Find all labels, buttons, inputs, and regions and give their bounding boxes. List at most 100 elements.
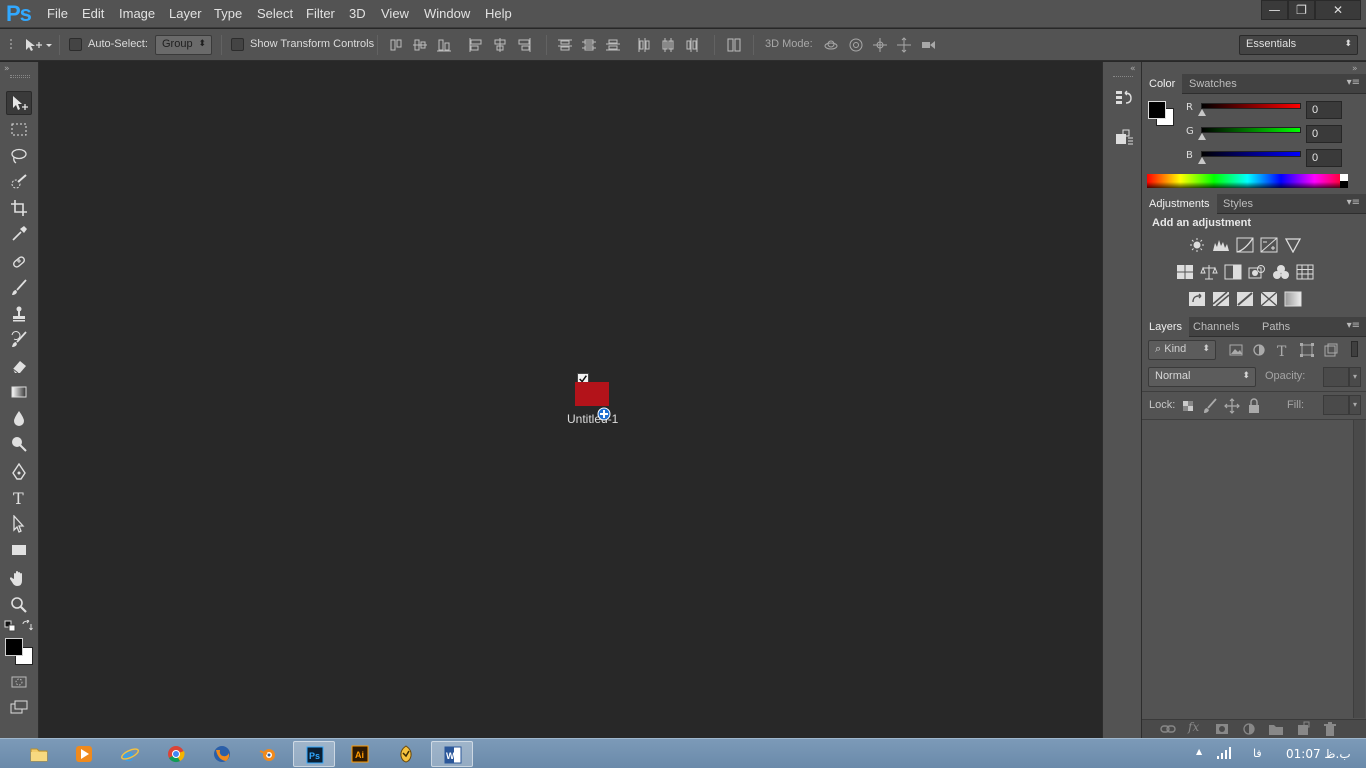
path-selection-icon[interactable] (6, 512, 32, 536)
panel-menu-icon[interactable]: ▾≡ (1347, 77, 1360, 88)
history-panel-icon[interactable] (1114, 88, 1134, 108)
collapse-panels-icon[interactable]: » (1352, 64, 1358, 74)
healing-brush-icon[interactable] (6, 250, 32, 274)
filter-toggle-switch[interactable] (1351, 341, 1358, 357)
blue-slider-thumb[interactable] (1198, 157, 1206, 164)
rectangular-marquee-icon[interactable] (6, 118, 32, 142)
3d-scale-icon[interactable] (920, 37, 936, 53)
fill-dropdown-arrow-icon[interactable]: ▾ (1349, 395, 1361, 415)
menu-edit[interactable]: Edit (82, 6, 104, 21)
eraser-icon[interactable] (6, 354, 32, 378)
gradient-icon[interactable] (6, 380, 32, 404)
opacity-input[interactable] (1323, 367, 1349, 387)
type-icon[interactable]: T (6, 486, 32, 510)
panel-menu-icon[interactable]: ▾≡ (1347, 320, 1360, 331)
hue-saturation-icon[interactable] (1176, 264, 1194, 280)
align-bottom-edges-icon[interactable] (436, 37, 452, 53)
gradient-map-icon[interactable] (1284, 291, 1302, 307)
filter-adjustment-icon[interactable] (1251, 342, 1267, 358)
taskbar-firefox[interactable] (201, 741, 243, 767)
lock-position-icon[interactable] (1224, 398, 1240, 414)
minimize-button[interactable]: — (1261, 0, 1288, 20)
filter-smart-object-icon[interactable] (1323, 342, 1339, 358)
dodge-icon[interactable] (6, 432, 32, 456)
black-white-icon[interactable] (1224, 264, 1242, 280)
menu-file[interactable]: File (47, 6, 68, 21)
zoom-icon[interactable] (6, 593, 32, 617)
layers-scrollbar[interactable] (1353, 420, 1365, 718)
document-area[interactable]: Untitled-1 (40, 62, 1101, 738)
taskbar-illustrator[interactable]: Ai (339, 741, 381, 767)
red-slider[interactable] (1201, 103, 1301, 109)
taskbar-photoshop[interactable]: Ps (293, 741, 335, 767)
history-brush-icon[interactable] (6, 328, 32, 352)
align-left-edges-icon[interactable] (468, 37, 484, 53)
exposure-icon[interactable] (1260, 237, 1278, 253)
new-layer-icon[interactable] (1295, 721, 1311, 737)
show-transform-controls-checkbox[interactable] (231, 38, 244, 51)
black-swatch[interactable] (1340, 181, 1348, 188)
tab-swatches[interactable]: Swatches (1182, 74, 1244, 94)
distribute-bottom-icon[interactable] (605, 37, 621, 53)
tab-styles[interactable]: Styles (1216, 194, 1260, 214)
filter-pixel-icon[interactable] (1228, 342, 1244, 358)
align-right-edges-icon[interactable] (516, 37, 532, 53)
menu-3d[interactable]: 3D (349, 6, 366, 21)
menu-type[interactable]: Type (214, 6, 242, 21)
input-language-indicator[interactable]: فا (1253, 747, 1262, 760)
lasso-icon[interactable] (6, 144, 32, 168)
layer-filter-kind-dropdown[interactable]: ⌕ Kind ⬍ (1148, 340, 1216, 360)
taskbar-fl-studio[interactable] (385, 741, 427, 767)
menu-layer[interactable]: Layer (169, 6, 202, 21)
blue-slider[interactable] (1201, 151, 1301, 157)
red-slider-thumb[interactable] (1198, 109, 1206, 116)
red-value-input[interactable]: 0 (1306, 101, 1342, 119)
3d-pan-icon[interactable] (872, 37, 888, 53)
delete-layer-icon[interactable] (1322, 721, 1338, 737)
filter-shape-icon[interactable] (1299, 342, 1315, 358)
network-signal-icon[interactable] (1216, 746, 1234, 760)
lock-transparent-pixels-icon[interactable] (1180, 398, 1196, 414)
blend-mode-dropdown[interactable]: Normal ⬍ (1148, 367, 1256, 387)
screen-mode-icon[interactable] (6, 696, 32, 720)
auto-align-layers-icon[interactable] (726, 37, 742, 53)
hand-icon[interactable] (6, 567, 32, 591)
taskbar-chrome[interactable] (155, 741, 197, 767)
threshold-icon[interactable] (1236, 291, 1254, 307)
distribute-left-icon[interactable] (636, 37, 652, 53)
brightness-contrast-icon[interactable] (1188, 237, 1206, 253)
pen-icon[interactable] (6, 460, 32, 484)
default-colors-icon[interactable] (4, 620, 16, 632)
menu-image[interactable]: Image (119, 6, 155, 21)
fill-input[interactable] (1323, 395, 1349, 415)
align-top-edges-icon[interactable] (388, 37, 404, 53)
color-lookup-icon[interactable] (1296, 264, 1314, 280)
restore-button[interactable]: ❐ (1288, 0, 1315, 20)
tab-adjustments[interactable]: Adjustments (1142, 194, 1217, 214)
green-slider[interactable] (1201, 127, 1301, 133)
document-thumbnail[interactable] (575, 382, 609, 406)
rectangle-shape-icon[interactable] (6, 538, 32, 562)
crop-icon[interactable] (6, 196, 32, 220)
move-tool-icon[interactable] (6, 91, 32, 115)
lock-all-icon[interactable] (1246, 398, 1262, 414)
taskbar-media-player[interactable] (63, 741, 105, 767)
distribute-vertical-centers-icon[interactable] (581, 37, 597, 53)
distribute-horizontal-centers-icon[interactable] (660, 37, 676, 53)
menu-filter[interactable]: Filter (306, 6, 335, 21)
foreground-color-swatch[interactable] (5, 638, 23, 656)
lock-image-pixels-icon[interactable] (1202, 398, 1218, 414)
tab-channels[interactable]: Channels (1186, 317, 1246, 337)
new-adjustment-layer-icon[interactable] (1241, 721, 1257, 737)
eyedropper-icon[interactable] (6, 222, 32, 246)
new-group-icon[interactable] (1268, 721, 1284, 737)
blue-value-input[interactable]: 0 (1306, 149, 1342, 167)
menu-view[interactable]: View (381, 6, 409, 21)
3d-orbit-icon[interactable] (823, 37, 839, 53)
filter-type-icon[interactable]: T (1274, 342, 1290, 358)
close-button[interactable]: ✕ (1315, 0, 1361, 20)
3d-slide-icon[interactable] (896, 37, 912, 53)
taskbar-internet-explorer[interactable]: e (109, 741, 151, 767)
swap-colors-icon[interactable] (21, 619, 33, 632)
taskbar-word[interactable]: W (431, 741, 473, 767)
